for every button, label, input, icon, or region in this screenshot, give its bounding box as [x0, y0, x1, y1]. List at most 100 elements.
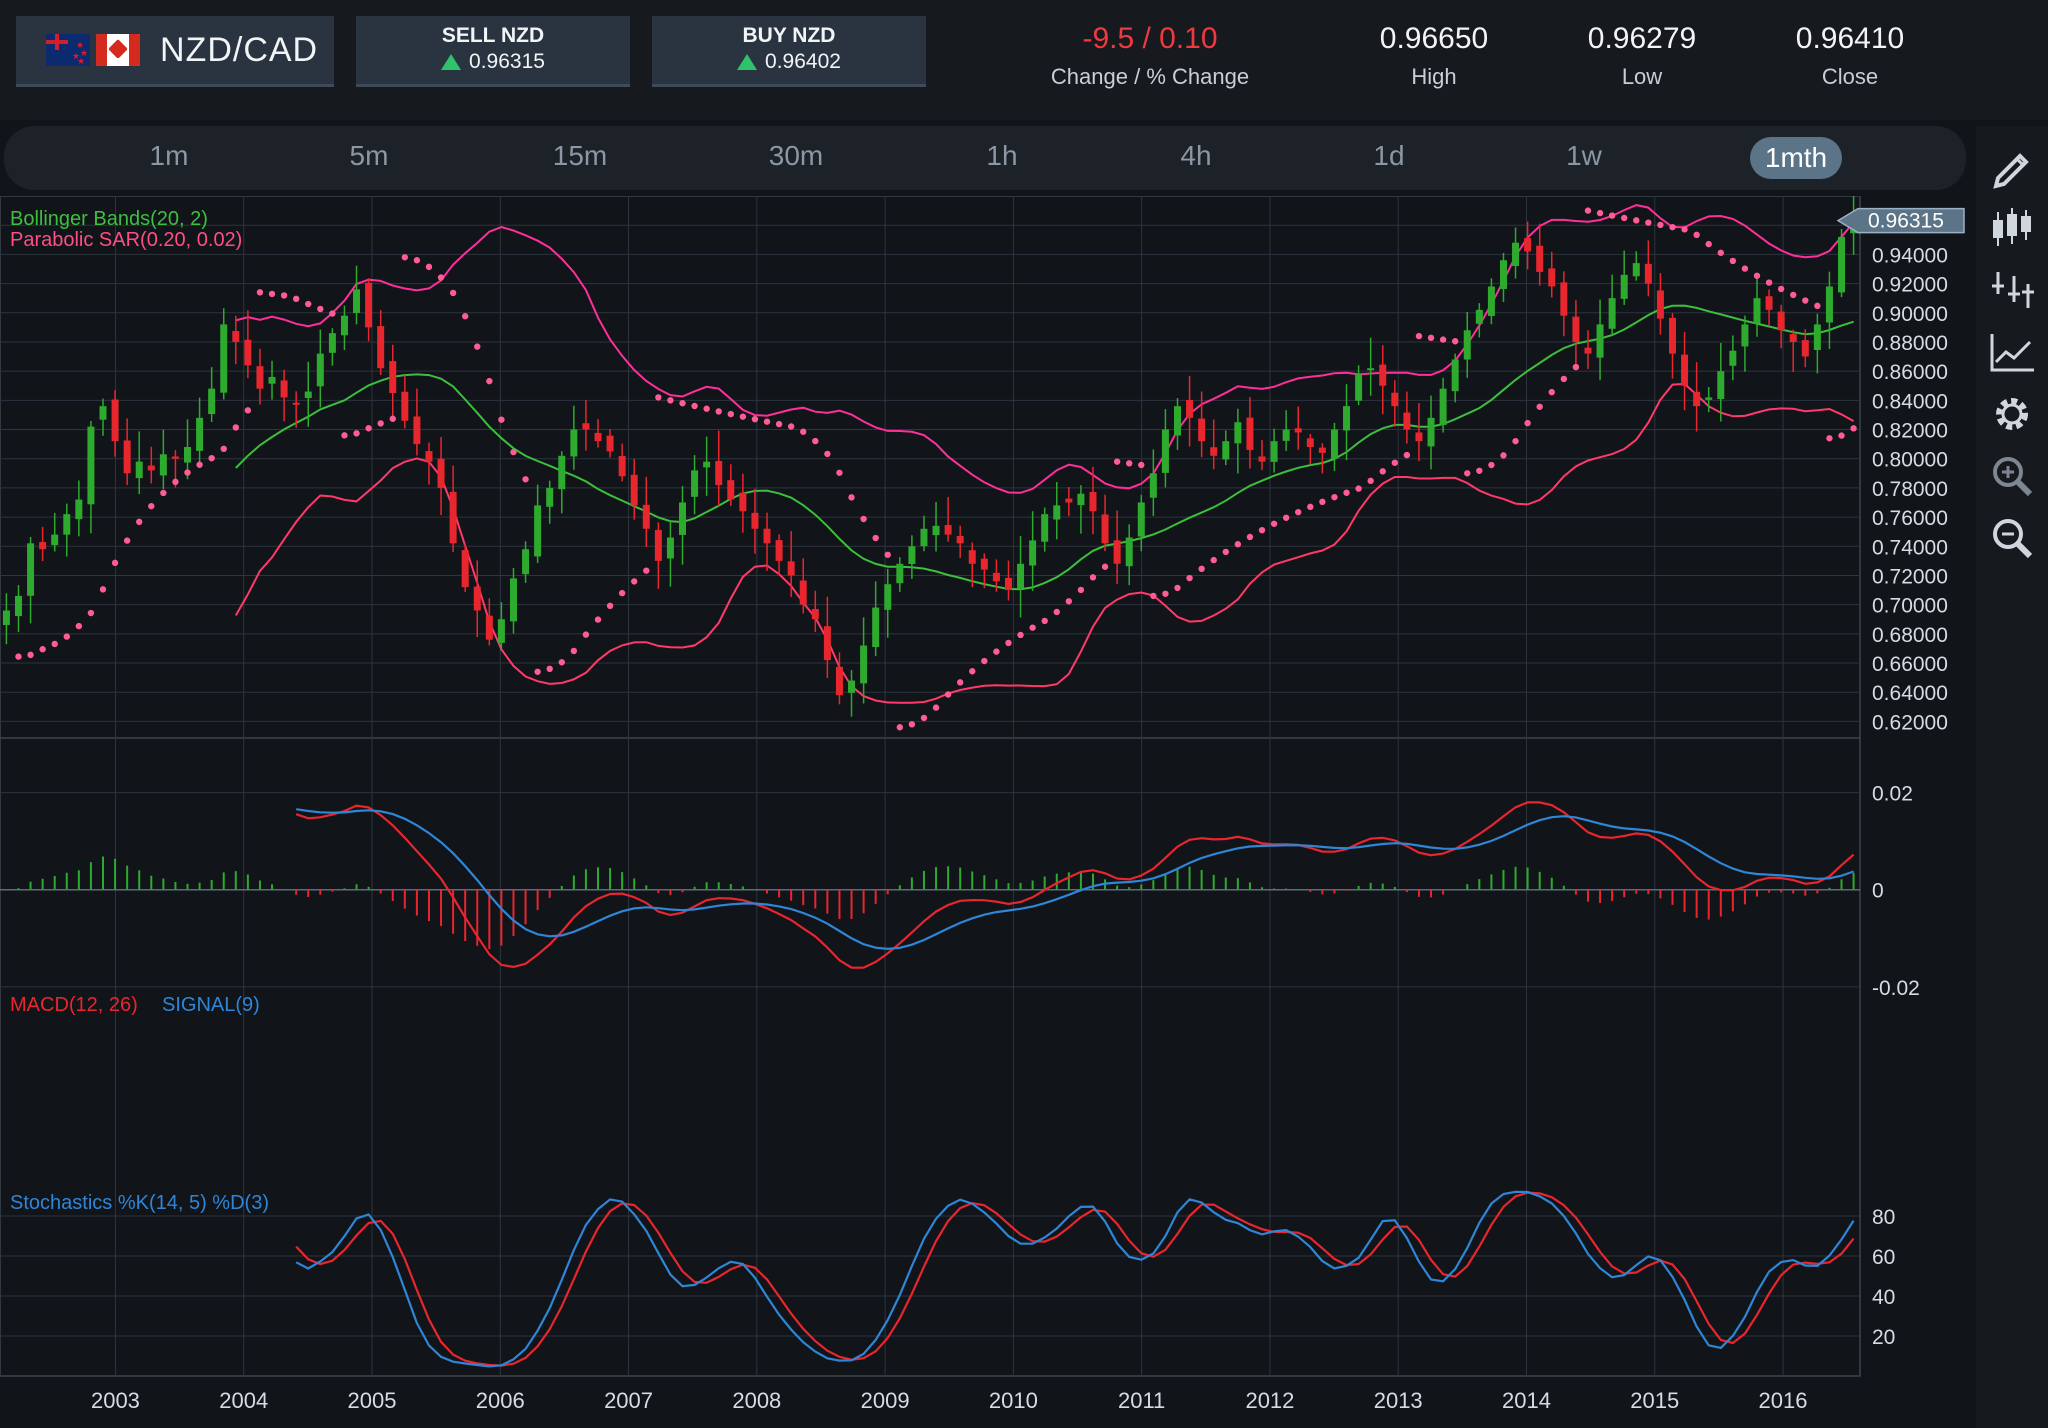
sar-dot — [1258, 526, 1266, 534]
timeframe-4h[interactable]: 4h — [1146, 140, 1246, 172]
sar-dot — [715, 408, 722, 415]
timeframe-1mth[interactable]: 1mth — [1750, 137, 1842, 179]
candle-body — [1668, 317, 1676, 354]
candle-body — [980, 558, 988, 570]
sar-dot — [969, 668, 976, 675]
candle-body — [389, 361, 397, 394]
sar-dot — [1464, 470, 1471, 477]
change-stat: -9.5 / 0.10 Change / % Change — [1030, 22, 1270, 90]
sar-dot — [401, 254, 409, 261]
sar-dot — [99, 586, 107, 593]
sar-dot — [184, 469, 191, 476]
sar-dot — [449, 289, 457, 297]
candle-body — [1838, 236, 1846, 293]
pencil-icon[interactable] — [1984, 138, 2040, 194]
sell-button[interactable]: SELL NZD 0.96315 — [356, 16, 630, 87]
candlesticks — [2, 196, 1858, 717]
candle-body — [1463, 330, 1471, 360]
macd-panel — [0, 801, 1860, 969]
sar-dot — [1657, 221, 1664, 229]
sar-dot — [1017, 631, 1024, 639]
candle-body — [763, 528, 771, 544]
sar-dot — [1814, 302, 1821, 310]
candle-body — [75, 499, 83, 520]
sar-dot — [1802, 297, 1809, 304]
candle-body — [256, 366, 264, 389]
close-label: Close — [1821, 64, 1879, 89]
sar-dot — [800, 428, 807, 435]
candle-body — [606, 435, 614, 452]
macd-axis-label: 0 — [1872, 880, 1884, 903]
sar-dot — [341, 432, 348, 439]
candle-body — [727, 480, 735, 500]
candle-body — [1029, 540, 1037, 566]
candle-body — [1777, 311, 1785, 331]
candle-body — [1801, 340, 1809, 357]
timeframe-1m[interactable]: 1m — [119, 140, 219, 172]
timeframe-1h[interactable]: 1h — [952, 140, 1052, 172]
candle-body — [1149, 473, 1157, 498]
candlestick-icon[interactable] — [1984, 200, 2040, 256]
candle-body — [473, 586, 481, 611]
sar-dot — [474, 343, 481, 350]
sar-dot — [498, 416, 505, 423]
sar-dot — [1162, 590, 1169, 597]
candle-body — [1004, 577, 1012, 591]
sar-dot — [1186, 574, 1193, 582]
candle-body — [99, 406, 107, 420]
sar-dot — [136, 518, 143, 526]
sar-dot — [739, 413, 747, 420]
price-axis-label: 0.72000 — [1872, 565, 1948, 588]
sar-dot — [981, 657, 988, 665]
sar-dot — [1150, 592, 1157, 600]
close-value: 0.96410 — [1795, 22, 1905, 55]
candle-body — [992, 572, 1000, 582]
candle-body — [654, 529, 662, 561]
zoom-out-icon[interactable] — [1984, 510, 2040, 566]
timeframe-30m[interactable]: 30m — [746, 140, 846, 172]
timeframe-15m[interactable]: 15m — [530, 140, 630, 172]
sar-label: Parabolic SAR(0.20, 0.02) — [10, 229, 242, 251]
sar-dot — [1572, 363, 1580, 371]
timeframe-1d[interactable]: 1d — [1339, 140, 1439, 172]
currency-pair-selector[interactable]: ★ ★ ★ ★ NZD/CAD — [16, 16, 334, 87]
sar-dot — [1126, 460, 1133, 467]
candle-body — [1512, 242, 1520, 267]
line-chart-icon[interactable] — [1984, 324, 2040, 380]
stoch-d-line — [295, 1191, 1855, 1367]
sar-dot — [437, 274, 445, 281]
candle-body — [775, 540, 783, 561]
sar-dot — [1451, 338, 1459, 345]
indicator-icon[interactable] — [1984, 262, 2040, 318]
timeframe-1w[interactable]: 1w — [1534, 140, 1634, 172]
sar-dot — [1403, 451, 1411, 459]
sar-dot — [510, 448, 517, 456]
up-triangle-icon — [441, 54, 462, 70]
macd-axis-label: 0.02 — [1872, 783, 1913, 806]
low-value: 0.96279 — [1587, 22, 1697, 55]
high-label: High — [1411, 64, 1457, 89]
gear-icon[interactable] — [1984, 386, 2040, 442]
candle-body — [485, 615, 493, 640]
candle-body — [860, 645, 868, 684]
candle-body — [811, 609, 819, 620]
candle-body — [63, 514, 71, 535]
sar-dot — [1777, 285, 1785, 293]
candle-body — [1222, 441, 1230, 460]
sar-dot — [15, 653, 22, 660]
buy-price: 0.96402 — [765, 50, 841, 73]
candle-body — [1403, 412, 1411, 430]
sar-dot — [87, 609, 95, 617]
sar-dot — [1790, 291, 1797, 299]
buy-button[interactable]: BUY NZD 0.96402 — [652, 16, 926, 87]
candle-body — [1499, 260, 1507, 289]
candle-body — [1173, 406, 1181, 436]
year-axis-label: 2006 — [476, 1388, 525, 1413]
timeframe-5m[interactable]: 5m — [319, 140, 419, 172]
sar-dot — [582, 631, 590, 638]
year-axis-label: 2009 — [861, 1388, 910, 1413]
sar-dot — [558, 659, 565, 666]
zoom-in-icon[interactable] — [1984, 448, 2040, 504]
sar-dot — [1222, 548, 1229, 556]
price-chart[interactable]: 0.960000.940000.920000.900000.880000.860… — [0, 196, 1976, 1428]
